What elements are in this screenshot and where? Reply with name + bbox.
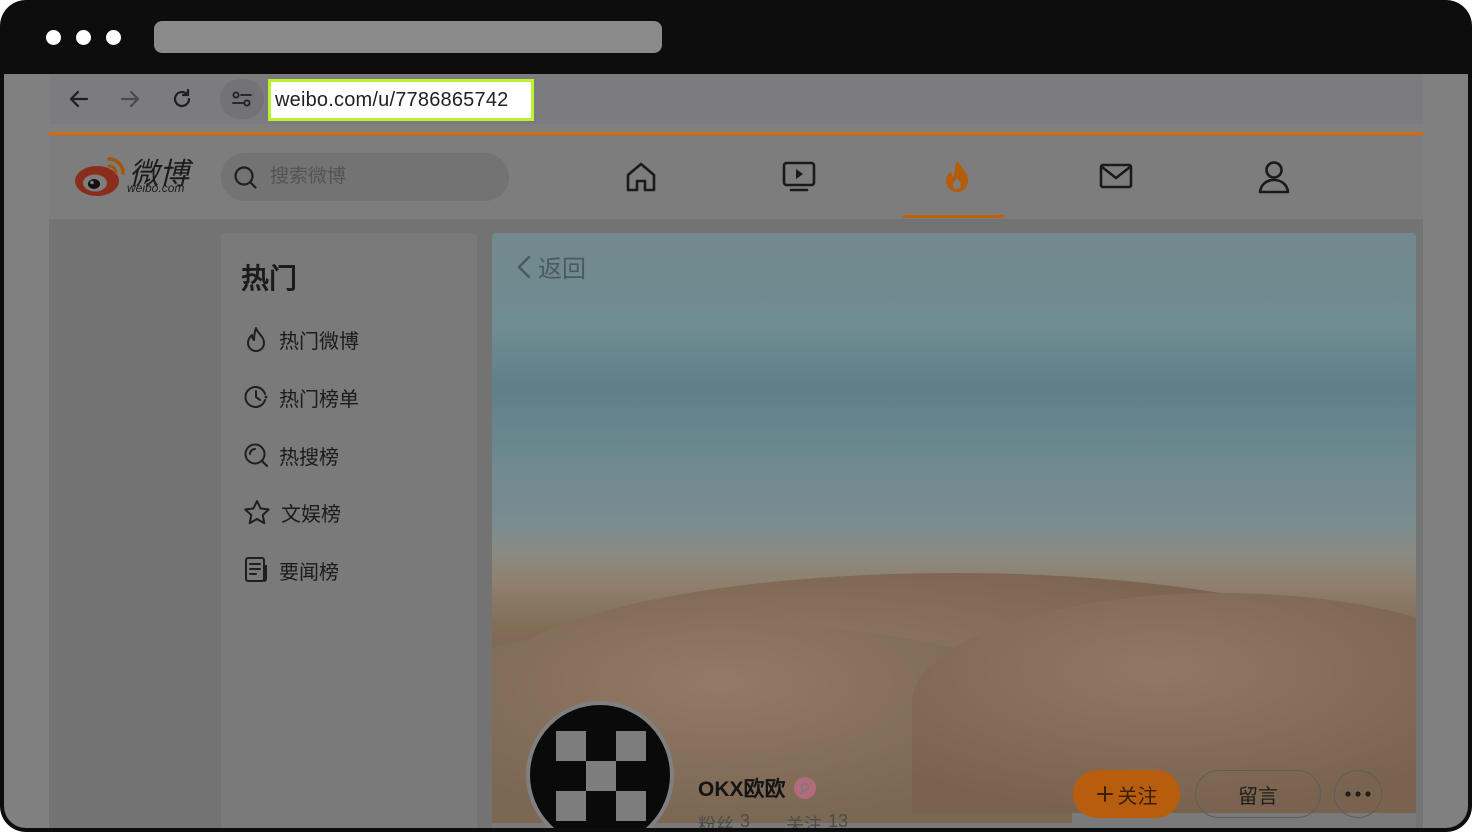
message-button[interactable]: 留言 [1195, 770, 1321, 818]
search-rank-icon [244, 443, 269, 468]
search-input[interactable]: 搜索微博 [221, 153, 509, 201]
more-options-button[interactable] [1334, 770, 1382, 818]
sidebar-title: 热门 [241, 263, 298, 294]
search-icon [233, 165, 259, 196]
sidebar-item-hot-list[interactable]: 热门榜单 [243, 377, 359, 417]
video-icon[interactable] [777, 155, 821, 199]
verified-badge-icon [793, 777, 816, 799]
mail-icon[interactable] [1094, 155, 1138, 199]
back-label: 返回 [538, 256, 586, 283]
following-count[interactable]: 13 [828, 811, 848, 828]
user-icon[interactable] [1252, 155, 1296, 199]
fans-count[interactable]: 3 [740, 811, 750, 828]
follow-button-label: 关注 [1117, 785, 1158, 808]
site-settings-icon[interactable] [220, 79, 264, 119]
sidebar-item-label: 文娱榜 [281, 503, 341, 526]
sidebar-item-label: 热门微博 [279, 330, 359, 353]
browser-toolbar: weibo.com/u/7786865742 [50, 74, 1423, 124]
sidebar-item-label: 热门榜单 [279, 388, 359, 411]
main-content: 热门 热门微博 热门榜单 热搜榜 文娱榜 要闻榜 返回 OKX欧欧 粉丝 3 关… [49, 219, 1423, 828]
sidebar-item-hot-search[interactable]: 热搜榜 [243, 435, 339, 475]
following-label[interactable]: 关注 [786, 811, 822, 828]
chevron-left-icon [517, 255, 531, 278]
logo-subtext: weibo.com [127, 181, 185, 195]
clock-icon [244, 386, 268, 408]
star-icon [244, 500, 270, 525]
user-profile-card: 返回 OKX欧欧 粉丝 3 关注 13 关注 留言 [492, 233, 1416, 828]
news-icon [245, 557, 267, 582]
forward-arrow-icon[interactable] [117, 86, 143, 112]
active-tab-indicator [903, 215, 1004, 218]
maximize-window-dot[interactable] [106, 30, 121, 45]
sidebar-item-hot-weibo[interactable]: 热门微博 [243, 319, 359, 359]
address-bar[interactable]: weibo.com/u/7786865742 [268, 79, 534, 121]
browser-tab[interactable] [154, 21, 662, 53]
browser-viewport: weibo.com/u/7786865742 微博 weibo.com 搜索微博… [4, 74, 1468, 828]
search-placeholder: 搜索微博 [270, 166, 347, 187]
weibo-logo[interactable]: 微博 weibo.com [73, 151, 203, 203]
profile-name-text: OKX欧欧 [698, 778, 786, 801]
sidebar-item-entertainment[interactable]: 文娱榜 [243, 492, 341, 532]
plus-icon [1096, 786, 1113, 802]
back-link[interactable]: 返回 [516, 249, 586, 284]
home-icon[interactable] [619, 155, 663, 199]
profile-stats: 粉丝 3 关注 13 [698, 811, 848, 828]
reload-icon[interactable] [169, 86, 195, 112]
flame-outline-icon [247, 327, 265, 352]
site-header: 微博 weibo.com 搜索微博 [49, 135, 1423, 219]
hot-sidebar: 热门 热门微博 热门榜单 热搜榜 文娱榜 要闻榜 [221, 233, 477, 828]
more-dots-icon [1345, 791, 1371, 797]
sidebar-item-news[interactable]: 要闻榜 [243, 550, 339, 590]
close-window-dot[interactable] [46, 30, 61, 45]
follow-button[interactable]: 关注 [1073, 770, 1180, 818]
fans-label[interactable]: 粉丝 [698, 811, 734, 828]
profile-cover-image [492, 233, 1416, 823]
browser-window: weibo.com/u/7786865742 微博 weibo.com 搜索微博… [0, 0, 1472, 832]
profile-name: OKX欧欧 [698, 773, 816, 803]
sidebar-item-label: 热搜榜 [279, 446, 339, 469]
back-arrow-icon[interactable] [66, 86, 92, 112]
minimize-window-dot[interactable] [76, 30, 91, 45]
message-button-label: 留言 [1238, 785, 1278, 808]
window-controls [46, 30, 121, 45]
sidebar-item-label: 要闻榜 [279, 561, 339, 584]
hot-icon[interactable] [935, 155, 979, 199]
